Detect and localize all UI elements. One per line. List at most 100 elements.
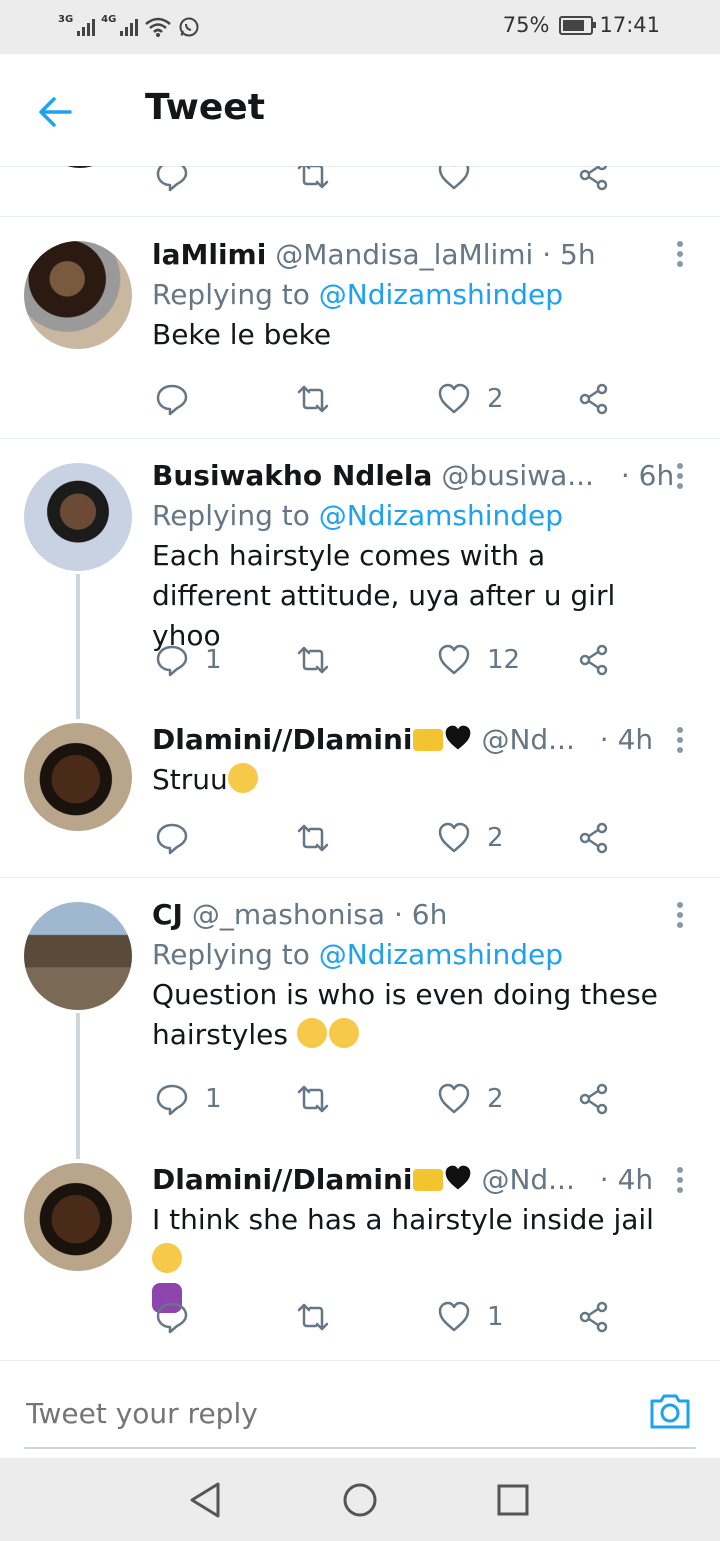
retweet-icon — [297, 824, 329, 852]
avatar[interactable] — [24, 723, 132, 831]
reply-button[interactable]: 1 — [155, 1077, 222, 1121]
like-button[interactable]: 2 — [437, 1077, 504, 1121]
mention-link[interactable]: @Ndizamshindep — [319, 938, 563, 971]
signal-icon-2 — [120, 18, 139, 36]
share-icon — [579, 822, 608, 854]
tweet[interactable]: laMlimi @Mandisa_laMlimi · 5h Replying t… — [0, 217, 720, 439]
author-name[interactable]: CJ — [152, 898, 183, 931]
retweet-button[interactable] — [296, 816, 346, 860]
replying-label: Replying to — [152, 499, 319, 532]
tweet-meta: Dlamini//Dlamini @Nd... · 4h — [152, 1160, 660, 1200]
mention-link[interactable]: @Ndizamshindep — [319, 499, 563, 532]
retweet-button[interactable] — [296, 638, 346, 682]
reply-button[interactable] — [155, 1295, 205, 1339]
like-button[interactable]: 1 — [437, 1295, 504, 1339]
reply-composer — [0, 1360, 720, 1459]
retweet-button[interactable] — [296, 377, 346, 421]
replying-label: Replying to — [152, 938, 319, 971]
back-arrow-icon[interactable] — [32, 88, 80, 136]
reply-icon — [156, 645, 188, 677]
author-name[interactable]: Dlamini//Dlamini — [152, 1163, 413, 1196]
share-button[interactable] — [577, 1077, 611, 1121]
avatar[interactable] — [24, 902, 132, 1010]
reply-icon[interactable] — [155, 166, 189, 192]
crown-emoji-icon — [412, 1169, 443, 1191]
avatar[interactable] — [24, 241, 132, 349]
like-icon — [438, 822, 470, 853]
reply-button[interactable] — [155, 816, 205, 860]
more-options-icon[interactable] — [674, 902, 686, 930]
reply-count: 1 — [205, 1084, 222, 1114]
tears-of-joy-emoji-icon — [152, 1243, 182, 1273]
share-icon — [579, 1301, 608, 1333]
share-button[interactable] — [577, 1295, 611, 1339]
tweet-meta: Busiwakho Ndlela @busiwa... · 6h — [152, 456, 674, 496]
reply-icon — [156, 384, 188, 416]
replying-label: Replying to — [152, 278, 319, 311]
like-button[interactable]: 2 — [437, 377, 504, 421]
more-options-icon[interactable] — [674, 727, 686, 755]
share-icon[interactable] — [577, 166, 611, 192]
reply-button[interactable] — [155, 377, 205, 421]
reply-icon — [156, 1084, 188, 1116]
status-bar-left: 3G 4G — [58, 12, 200, 42]
more-options-icon[interactable] — [674, 1167, 686, 1195]
more-options-icon[interactable] — [674, 241, 686, 269]
mention-link[interactable]: @Ndizamshindep — [319, 278, 563, 311]
tweet-time: · 5h — [542, 238, 596, 271]
recents-nav-icon[interactable] — [493, 1480, 533, 1520]
home-nav-icon[interactable] — [340, 1480, 380, 1520]
tweet[interactable]: Busiwakho Ndlela @busiwa... · 6h Replyin… — [0, 439, 720, 699]
more-options-icon[interactable] — [674, 463, 686, 491]
camera-icon[interactable] — [648, 1389, 692, 1433]
like-icon — [438, 383, 470, 414]
back-nav-icon[interactable] — [186, 1480, 226, 1520]
tears-of-joy-emoji-icon — [328, 1018, 359, 1048]
share-button[interactable] — [577, 816, 611, 860]
author-name[interactable]: Busiwakho Ndlela — [152, 459, 432, 492]
author-handle[interactable]: @_mashonisa — [192, 898, 385, 931]
share-icon — [579, 644, 608, 676]
black-heart-emoji-icon — [443, 723, 473, 753]
like-icon[interactable] — [437, 166, 471, 192]
author-name[interactable]: Dlamini//Dlamini — [152, 723, 413, 756]
reply-icon — [156, 823, 188, 855]
input-underline — [24, 1447, 696, 1449]
share-icon — [579, 383, 608, 415]
tweet-text-content: I think she has a hairstyle inside jail — [152, 1203, 654, 1236]
avatar[interactable] — [24, 463, 132, 571]
tweet-text: Beke le beke — [152, 318, 332, 351]
retweet-icon[interactable] — [296, 166, 330, 192]
author-name[interactable]: laMlimi — [152, 238, 266, 271]
like-button[interactable]: 12 — [437, 638, 520, 682]
tweet-actions: 1 12 — [0, 638, 720, 682]
author-handle[interactable]: @Nd... — [481, 723, 574, 756]
status-bar: 3G 4G 75% 17:41 — [0, 0, 720, 54]
like-icon — [438, 644, 470, 675]
avatar[interactable] — [24, 1163, 132, 1271]
author-handle[interactable]: @busiwa... — [441, 459, 594, 492]
tweet-time: · 4h — [599, 723, 654, 756]
app-header: Tweet — [0, 54, 720, 167]
tweet[interactable]: Dlamini//Dlamini @Nd... · 4h I think she… — [0, 1159, 720, 1359]
share-button[interactable] — [577, 377, 611, 421]
tears-of-joy-emoji-icon — [296, 1018, 327, 1048]
crying-face-emoji-icon — [227, 763, 258, 793]
tweet[interactable]: Dlamini//Dlamini @Nd... · 4h Struu 2 — [0, 719, 720, 877]
reply-button[interactable]: 1 — [155, 638, 222, 682]
share-button[interactable] — [577, 638, 611, 682]
author-handle[interactable]: @Mandisa_laMlimi — [275, 238, 533, 271]
system-nav-bar — [0, 1458, 720, 1541]
author-handle[interactable]: @Nd... — [481, 1163, 574, 1196]
reply-input[interactable] — [24, 1387, 588, 1439]
retweet-icon — [297, 1085, 329, 1113]
tweet[interactable]: CJ @_mashonisa · 6h Replying to @Ndizams… — [0, 878, 720, 1139]
retweet-button[interactable] — [296, 1077, 346, 1121]
like-count: 1 — [487, 1302, 504, 1332]
replying-to: Replying to @Ndizamshindep — [152, 275, 660, 315]
share-icon — [579, 1083, 608, 1115]
like-button[interactable]: 2 — [437, 816, 504, 860]
retweet-button[interactable] — [296, 1295, 346, 1339]
tweet-text-content: Question is who is even doing these hair… — [152, 978, 658, 1051]
battery-icon — [559, 15, 597, 35]
